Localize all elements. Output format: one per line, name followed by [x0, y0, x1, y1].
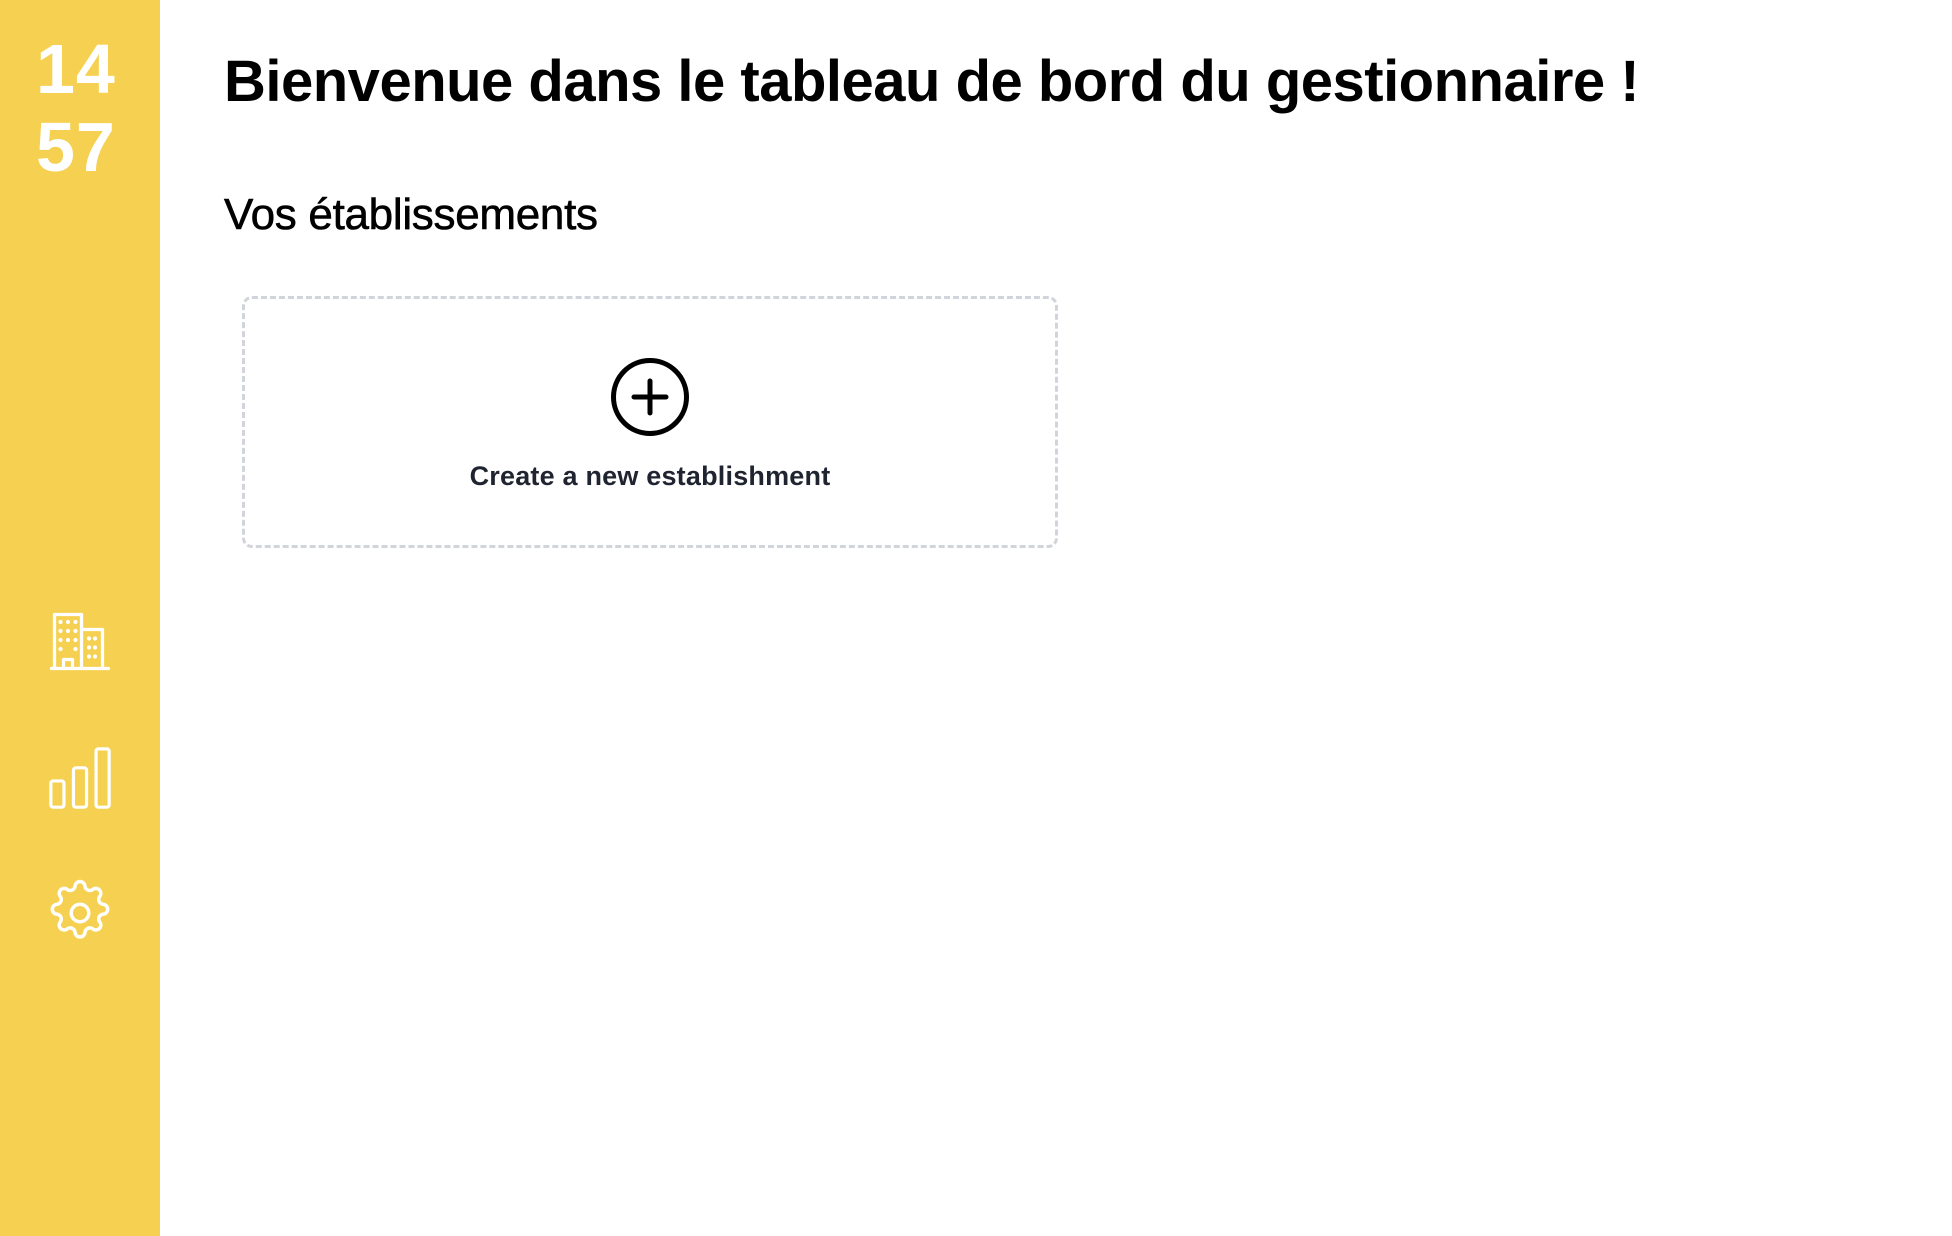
plus-circle-icon: [611, 358, 689, 436]
section-title: Vos établissements: [224, 190, 599, 240]
main-content: Bienvenue dans le tableau de bord du ges…: [224, 0, 1952, 1236]
create-establishment-card[interactable]: Create a new establishment: [242, 296, 1058, 548]
page-title: Bienvenue dans le tableau de bord du ges…: [224, 49, 1640, 114]
create-establishment-label: Create a new establishment: [469, 461, 831, 491]
logo[interactable]: 14 57: [36, 30, 126, 186]
nav-item-statistics[interactable]: [40, 738, 120, 818]
logo-line-2: 57: [36, 108, 116, 186]
nav-item-establishments[interactable]: [40, 600, 120, 680]
building-icon: [49, 612, 111, 671]
logo-line-1: 14: [36, 30, 116, 108]
nav-item-settings[interactable]: [40, 873, 120, 953]
gear-icon: [50, 879, 110, 939]
sidebar: 14 57: [0, 0, 160, 1236]
app-root: 14 57 Bienvenue dans le tableau de bord …: [0, 0, 1952, 1236]
bar-chart-icon: [49, 747, 111, 809]
